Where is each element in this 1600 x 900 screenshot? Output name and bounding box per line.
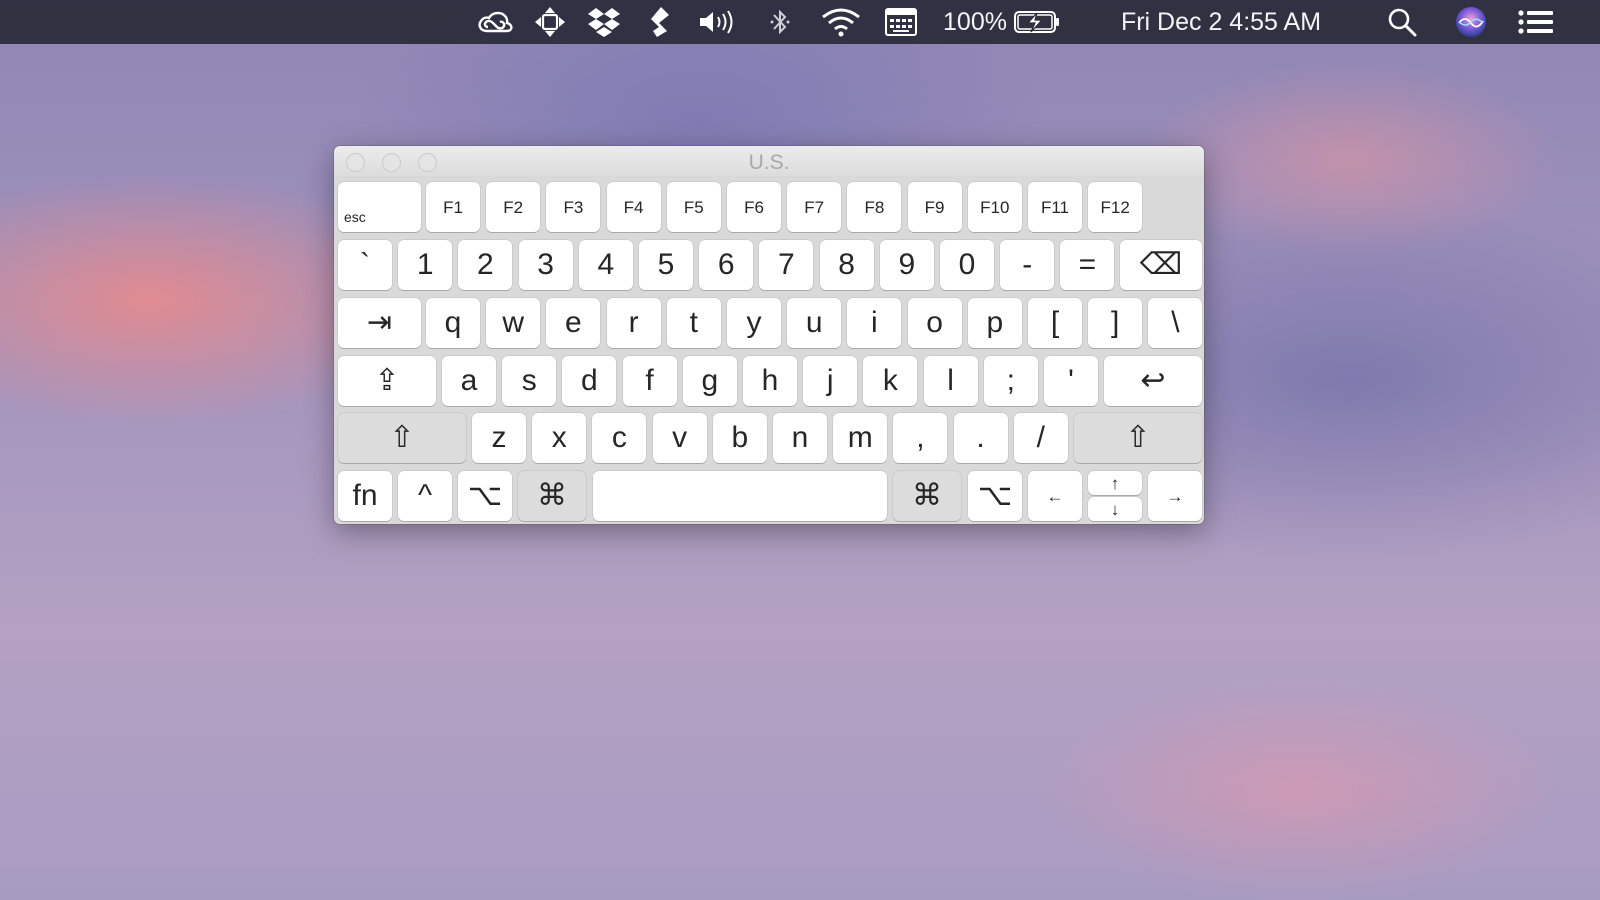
key-down-arrow[interactable]: ↓ [1088,497,1142,521]
key-left-option[interactable]: ⌥ [458,471,512,521]
key-z[interactable]: z [472,413,526,463]
key-h[interactable]: h [743,356,797,406]
key-v[interactable]: v [652,413,707,463]
key-return[interactable]: ↩ [1104,356,1202,406]
key-left-shift[interactable]: ⇧ [338,413,466,463]
dropbox-icon[interactable] [585,0,623,44]
key-right-command[interactable]: ⌘ [893,471,961,521]
key-comma[interactable]: , [893,413,948,463]
key-space[interactable] [593,471,887,521]
wifi-icon[interactable] [819,0,863,44]
key-8[interactable]: 8 [819,240,874,290]
move-window-icon[interactable] [532,0,568,44]
key-7[interactable]: 7 [759,240,814,290]
key-period[interactable]: . [953,413,1008,463]
keyboard-viewer-icon[interactable] [883,0,919,44]
key-caps-lock[interactable]: ⇪ [338,356,436,406]
key-b[interactable]: b [712,413,767,463]
key-u[interactable]: u [787,298,842,348]
evernote-icon[interactable] [646,0,676,44]
key-2[interactable]: 2 [458,240,513,290]
key-right-arrow[interactable]: → [1148,471,1202,521]
key-q[interactable]: q [426,298,480,348]
key-minus[interactable]: - [1000,240,1055,290]
key-c[interactable]: c [592,413,647,463]
key-fn[interactable]: fn [338,471,392,521]
notification-center-icon[interactable] [1516,0,1556,44]
key-f11[interactable]: F11 [1028,182,1082,232]
key-m[interactable]: m [833,413,888,463]
key-w[interactable]: w [486,298,541,348]
menu-bar-clock[interactable]: Fri Dec 2 4:55 AM [1098,0,1344,44]
key-quote[interactable]: ' [1044,356,1098,406]
key-equals[interactable]: = [1060,240,1115,290]
key-y[interactable]: y [727,298,781,348]
key-4[interactable]: 4 [578,240,633,290]
key-3[interactable]: 3 [518,240,573,290]
key-f4[interactable]: F4 [606,182,661,232]
keyboard-layout: esc F1 F2 F3 F4 F5 F6 F7 F8 F9 F10 F11 F12 ` 1 2 3 4 5 6 7 8 9… [334,146,1204,524]
key-f5[interactable]: F5 [666,182,721,232]
key-i[interactable]: i [847,298,902,348]
key-l[interactable]: l [923,356,978,406]
key-semicolon[interactable]: ; [983,356,1038,406]
volume-icon[interactable] [697,0,737,44]
battery-percent: 100% [943,7,1007,36]
key-6[interactable]: 6 [699,240,754,290]
key-s[interactable]: s [502,356,557,406]
battery-charging-icon[interactable] [1012,0,1062,44]
siri-icon[interactable] [1453,0,1489,44]
key-slash[interactable]: / [1013,413,1068,463]
key-1[interactable]: 1 [398,240,453,290]
menu-bar: 100% Fri Dec 2 4:55 AM [0,0,1600,44]
key-f2[interactable]: F2 [486,182,541,232]
key-right-bracket[interactable]: ] [1088,298,1143,348]
spotlight-search-icon[interactable] [1384,0,1420,44]
key-g[interactable]: g [682,356,737,406]
creative-cloud-icon[interactable] [475,0,515,44]
key-f10[interactable]: F10 [967,182,1022,232]
key-f12[interactable]: F12 [1088,182,1143,232]
key-x[interactable]: x [532,413,587,463]
key-f9[interactable]: F9 [907,182,962,232]
key-backslash[interactable]: \ [1148,298,1203,348]
key-right-option[interactable]: ⌥ [968,471,1022,521]
key-up-arrow[interactable]: ↑ [1088,471,1142,495]
key-r[interactable]: r [606,298,661,348]
key-grave[interactable]: ` [338,240,392,290]
key-delete[interactable]: ⌫ [1120,240,1202,290]
key-f8[interactable]: F8 [847,182,902,232]
key-n[interactable]: n [773,413,827,463]
key-p[interactable]: p [967,298,1022,348]
key-9[interactable]: 9 [879,240,934,290]
key-o[interactable]: o [907,298,962,348]
key-left-command[interactable]: ⌘ [518,471,586,521]
bluetooth-icon[interactable] [767,0,793,44]
key-t[interactable]: t [666,298,721,348]
keyboard-viewer-window: U.S. esc F1 F2 F3 F4 F5 F6 F7 F8 F9 F10 F11 F12 ` 1 2 3 4… [334,146,1204,524]
key-k[interactable]: k [863,356,918,406]
key-left-arrow[interactable]: ← [1028,471,1082,521]
key-5[interactable]: 5 [639,240,693,290]
key-a[interactable]: a [442,356,496,406]
key-j[interactable]: j [803,356,858,406]
key-e[interactable]: e [546,298,601,348]
key-control[interactable]: ^ [398,471,452,521]
key-tab[interactable]: ⇥ [338,298,421,348]
key-f1[interactable]: F1 [426,182,480,232]
key-f[interactable]: f [622,356,677,406]
key-left-bracket[interactable]: [ [1028,298,1082,348]
key-0[interactable]: 0 [940,240,994,290]
key-d[interactable]: d [562,356,617,406]
key-f3[interactable]: F3 [546,182,601,232]
key-f6[interactable]: F6 [727,182,781,232]
key-esc[interactable]: esc [338,182,421,232]
key-right-shift[interactable]: ⇧ [1074,413,1202,463]
key-f7[interactable]: F7 [787,182,842,232]
